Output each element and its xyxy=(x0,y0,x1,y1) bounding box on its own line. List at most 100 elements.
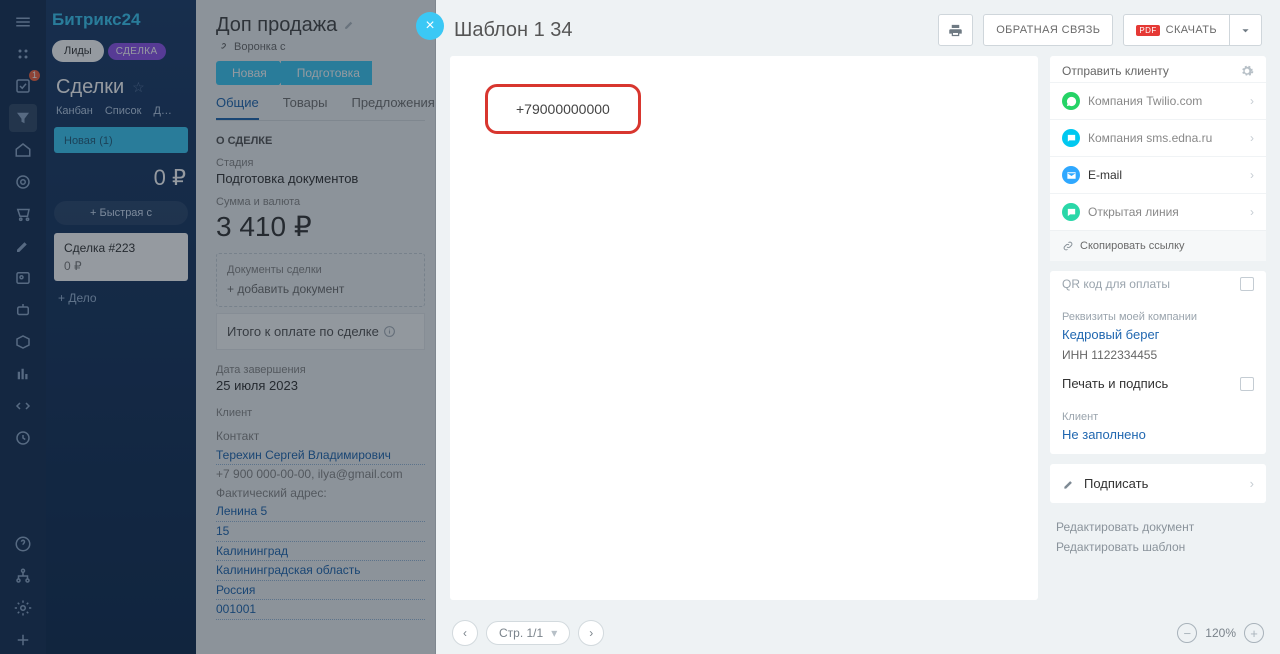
rail-icon-cart[interactable] xyxy=(9,200,37,228)
rail-icon-chart[interactable] xyxy=(9,360,37,388)
client-heading: Клиент xyxy=(216,407,425,419)
zoom-in-button[interactable]: + xyxy=(1244,623,1264,643)
rail-icon-contacts[interactable] xyxy=(9,264,37,292)
stage-chip[interactable]: Новая xyxy=(216,61,279,85)
download-button[interactable]: PDFСКАЧАТЬ xyxy=(1123,14,1230,46)
deal-badge[interactable]: СДЕЛКА xyxy=(108,43,166,60)
address-line[interactable]: Калининградская область xyxy=(216,561,425,581)
zoom-out-button[interactable]: − xyxy=(1177,623,1197,643)
stage-chip[interactable]: Подготовка xyxy=(281,61,372,85)
send-email[interactable]: E-mail› xyxy=(1050,156,1266,193)
send-edna[interactable]: Компания sms.edna.ru› xyxy=(1050,119,1266,156)
info-icon[interactable] xyxy=(383,325,396,338)
stage-value: Подготовка документов xyxy=(216,171,425,186)
rail-icon-sitemap[interactable] xyxy=(9,562,37,590)
left-icon-rail: 1 xyxy=(0,0,46,654)
add-document-link[interactable]: + добавить документ xyxy=(227,282,414,296)
sign-card[interactable]: Подписать › xyxy=(1050,464,1266,503)
rail-icon-help[interactable] xyxy=(9,530,37,558)
contact-label: Контакт xyxy=(216,427,425,446)
about-heading: О СДЕЛКЕ xyxy=(216,135,425,147)
tab-offers[interactable]: Предложения xyxy=(351,95,434,120)
stage-progress[interactable]: Новая Подготовка xyxy=(216,61,425,85)
chevron-down-icon xyxy=(1238,23,1253,38)
address-line[interactable]: Россия xyxy=(216,581,425,601)
address-line[interactable]: Ленина 5 xyxy=(216,502,425,522)
rail-icon-box[interactable] xyxy=(9,328,37,356)
link-icon xyxy=(216,41,228,53)
rail-icon-clock[interactable] xyxy=(9,424,37,452)
rail-icon-settings[interactable] xyxy=(9,594,37,622)
rail-icon-1[interactable] xyxy=(9,40,37,68)
gear-icon[interactable] xyxy=(1240,64,1254,78)
stage-pill[interactable]: Новая (1) xyxy=(54,127,188,153)
inn-value: ИНН 1122334455 xyxy=(1050,348,1266,370)
rail-icon-target[interactable] xyxy=(9,168,37,196)
rail-icon-filter[interactable] xyxy=(9,104,37,132)
pen-icon xyxy=(1062,477,1076,491)
deal-card[interactable]: Сделка #223 0 ₽ xyxy=(54,233,188,281)
page-indicator[interactable]: Стр. 1/1▾ xyxy=(486,621,570,645)
client-heading: Клиент xyxy=(1050,401,1266,427)
qr-checkbox[interactable] xyxy=(1240,277,1254,291)
rail-icon-tasks[interactable]: 1 xyxy=(9,72,37,100)
deal-card-title: Сделка #223 xyxy=(64,241,178,255)
document-footer: ‹ Стр. 1/1▾ › − 120% + xyxy=(436,612,1280,654)
date-label: Дата завершения xyxy=(216,364,425,376)
rail-icon-pen[interactable] xyxy=(9,232,37,260)
download-menu-button[interactable] xyxy=(1230,14,1262,46)
menu-icon[interactable] xyxy=(9,8,37,36)
address-line[interactable]: 001001 xyxy=(216,600,425,620)
address-line[interactable]: Калининград xyxy=(216,542,425,562)
close-button[interactable]: × xyxy=(416,12,444,40)
contact-name[interactable]: Терехин Сергей Владимирович xyxy=(216,446,425,466)
requisites-heading: Реквизиты моей компании xyxy=(1050,301,1266,327)
send-card: Отправить клиенту Компания Twilio.com› К… xyxy=(1050,56,1266,261)
details-card: QR код для оплаты Реквизиты моей компани… xyxy=(1050,271,1266,454)
edit-template-link[interactable]: Редактировать шаблон xyxy=(1056,537,1260,557)
feedback-button[interactable]: ОБРАТНАЯ СВЯЗЬ xyxy=(983,14,1113,46)
tab-products[interactable]: Товары xyxy=(283,95,328,120)
view-switch: Канбан Список Д… xyxy=(46,105,196,123)
stamp-checkbox[interactable] xyxy=(1240,377,1254,391)
qr-label: QR код для оплаты xyxy=(1062,277,1170,291)
document-title: Шаблон 1 34 xyxy=(454,19,928,42)
edit-document-link[interactable]: Редактировать документ xyxy=(1056,517,1260,537)
copy-link[interactable]: Скопировать ссылку xyxy=(1050,230,1266,261)
deal-tabs: Общие Товары Предложения xyxy=(216,95,425,121)
rail-icon-home[interactable] xyxy=(9,136,37,164)
view-list[interactable]: Список xyxy=(105,105,142,117)
add-task-link[interactable]: + Дело xyxy=(46,281,196,315)
contact-reach: +7 900 000-00-00, ilya@gmail.com xyxy=(216,465,425,484)
star-icon[interactable]: ☆ xyxy=(132,79,145,96)
document-page: +79000000000 xyxy=(450,56,1038,600)
client-link[interactable]: Не заполнено xyxy=(1050,427,1266,454)
edit-icon[interactable] xyxy=(343,18,356,31)
rail-icon-code[interactable] xyxy=(9,392,37,420)
rail-icon-robot[interactable] xyxy=(9,296,37,324)
link-icon xyxy=(1062,240,1074,252)
address-line[interactable]: 15 xyxy=(216,522,425,542)
zoom-value: 120% xyxy=(1205,626,1236,640)
send-twilio[interactable]: Компания Twilio.com› xyxy=(1050,82,1266,119)
date-value: 25 июля 2023 xyxy=(216,378,425,393)
sms-icon xyxy=(1062,129,1080,147)
rail-icon-add[interactable] xyxy=(9,626,37,654)
view-more[interactable]: Д… xyxy=(153,105,171,117)
section-title: Сделки☆ xyxy=(46,70,196,105)
leads-pill[interactable]: Лиды xyxy=(52,40,104,62)
stamp-label: Печать и подпись xyxy=(1062,376,1168,391)
quick-add-button[interactable]: + Быстрая с xyxy=(54,201,188,225)
send-heading: Отправить клиенту xyxy=(1062,64,1169,78)
send-openline[interactable]: Открытая линия› xyxy=(1050,193,1266,230)
company-link[interactable]: Кедровый берег xyxy=(1050,327,1266,348)
print-button[interactable] xyxy=(938,14,973,46)
page-next-button[interactable]: › xyxy=(578,620,604,646)
breadcrumb: Воронка с xyxy=(216,41,425,53)
view-kanban[interactable]: Канбан xyxy=(56,105,93,117)
tab-general[interactable]: Общие xyxy=(216,95,259,120)
docs-heading: Документы сделки xyxy=(227,264,414,276)
deal-documents-box: Документы сделки + добавить документ xyxy=(216,253,425,307)
page-prev-button[interactable]: ‹ xyxy=(452,620,478,646)
edit-links: Редактировать документ Редактировать шаб… xyxy=(1050,513,1266,558)
